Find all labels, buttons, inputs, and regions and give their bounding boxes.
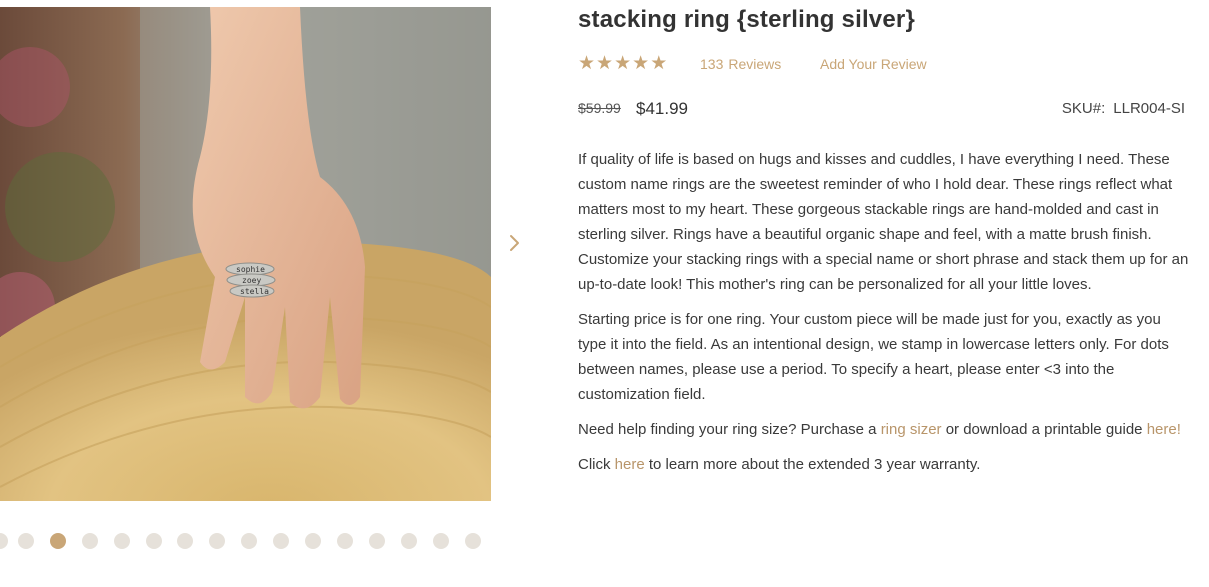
ring-engraving-3: stella xyxy=(240,287,269,296)
star-icon: ★ xyxy=(596,53,614,74)
sku-value: LLR004-SI xyxy=(1113,100,1185,117)
gallery-dot[interactable] xyxy=(82,533,98,549)
rating-stars[interactable]: ★ ★ ★ ★ ★ xyxy=(578,53,667,75)
gallery-dot[interactable] xyxy=(401,533,417,549)
gallery-dot[interactable] xyxy=(241,533,257,549)
next-image-button[interactable] xyxy=(504,230,526,256)
gallery-dot[interactable] xyxy=(369,533,385,549)
ring-engraving-1: sophie xyxy=(236,265,265,274)
product-photo: sophie zoey stella xyxy=(0,7,491,501)
gallery-dot[interactable] xyxy=(433,533,449,549)
gallery-dot[interactable] xyxy=(209,533,225,549)
ring-size-help: Need help finding your ring size? Purcha… xyxy=(578,417,1190,442)
add-review-link[interactable]: Add Your Review xyxy=(820,56,927,72)
gallery-dot[interactable] xyxy=(146,533,162,549)
gallery-dot[interactable] xyxy=(177,533,193,549)
chevron-right-icon xyxy=(510,235,519,251)
product-title: stacking ring {sterling silver} xyxy=(578,6,915,33)
rating-row: ★ ★ ★ ★ ★ 133 Reviews Add Your Review xyxy=(578,53,1188,75)
star-icon: ★ xyxy=(578,53,596,74)
description-paragraph: Starting price is for one ring. Your cus… xyxy=(578,311,1169,403)
ring-engraving-2: zoey xyxy=(242,276,261,285)
warranty-link[interactable]: here xyxy=(615,456,645,473)
gallery-dot[interactable] xyxy=(18,533,34,549)
warranty-text-before: Click xyxy=(578,456,615,473)
gallery-dot[interactable] xyxy=(273,533,289,549)
warranty-text-after: to learn more about the extended 3 year … xyxy=(644,456,981,473)
ring-size-text: Need help finding your ring size? Purcha… xyxy=(578,421,881,438)
gallery-dot[interactable] xyxy=(465,533,481,549)
description-paragraph: If quality of life is based on hugs and … xyxy=(578,151,1189,293)
product-image[interactable]: sophie zoey stella xyxy=(0,7,491,501)
reviews-label: Reviews xyxy=(728,56,782,72)
current-price: $41.99 xyxy=(636,99,688,118)
price-row: $59.99 $41.99 SKU#: LLR004-SI xyxy=(578,98,1188,122)
gallery-dot[interactable] xyxy=(305,533,321,549)
printable-guide-link[interactable]: here! xyxy=(1147,421,1181,438)
star-icon: ★ xyxy=(650,53,668,74)
star-icon: ★ xyxy=(632,53,650,74)
review-count: 133 xyxy=(700,56,724,72)
sku-label: SKU#: xyxy=(1061,100,1106,117)
reviews-link[interactable]: 133 Reviews xyxy=(700,56,781,72)
gallery-dot[interactable] xyxy=(0,533,8,549)
old-price: $59.99 xyxy=(578,100,621,116)
warranty-text: Click here to learn more about the exten… xyxy=(578,452,1190,477)
star-icon: ★ xyxy=(614,53,632,74)
gallery-dot[interactable] xyxy=(114,533,130,549)
ring-size-text-middle: or download a printable guide xyxy=(941,421,1147,438)
product-description: If quality of life is based on hugs and … xyxy=(578,147,1190,487)
gallery-dot-active[interactable] xyxy=(50,533,66,549)
sku: SKU#: LLR004-SI xyxy=(1062,100,1185,117)
gallery-pagination xyxy=(0,531,500,551)
ring-sizer-link[interactable]: ring sizer xyxy=(881,421,942,438)
gallery-dot[interactable] xyxy=(337,533,353,549)
